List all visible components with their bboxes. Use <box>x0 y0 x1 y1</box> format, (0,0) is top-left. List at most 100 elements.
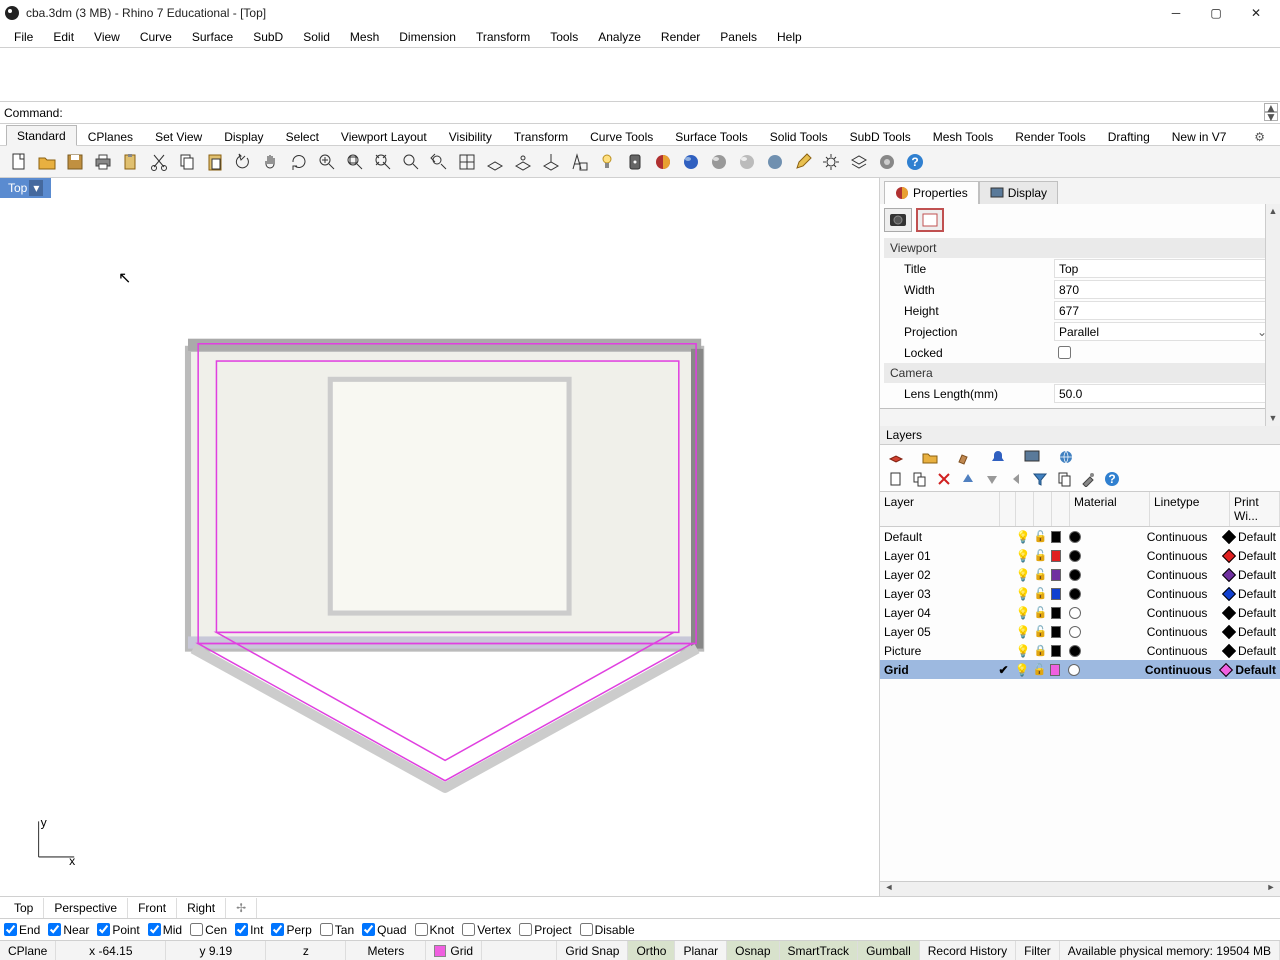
properties-icon[interactable] <box>874 149 900 175</box>
col-material[interactable]: Material <box>1070 492 1150 526</box>
layer-row[interactable]: Layer 02💡🔓ContinuousDefault <box>880 565 1280 584</box>
tab-properties[interactable]: Properties <box>884 181 979 204</box>
viewtab-add-icon[interactable]: ✢ <box>226 898 257 918</box>
xray-icon[interactable] <box>762 149 788 175</box>
layer-notify-icon[interactable] <box>990 449 1006 465</box>
layer-row[interactable]: Layer 04💡🔓ContinuousDefault <box>880 603 1280 622</box>
spotlight-icon[interactable] <box>594 149 620 175</box>
osnap-tan-checkbox[interactable] <box>320 923 333 936</box>
layer-linetype[interactable]: Continuous <box>1143 641 1220 660</box>
layer-material[interactable] <box>1065 546 1142 565</box>
tooltab-setview[interactable]: Set View <box>144 126 213 146</box>
tooltab-curvetools[interactable]: Curve Tools <box>579 126 664 146</box>
status-toggle-gridsnap[interactable]: Grid Snap <box>557 941 628 960</box>
prop-locked-checkbox[interactable] <box>1058 346 1071 359</box>
menu-analyze[interactable]: Analyze <box>588 28 651 46</box>
layer-filter-icon[interactable] <box>1032 471 1048 487</box>
tooltab-select[interactable]: Select <box>275 126 330 146</box>
layer-visible-icon[interactable]: 💡 <box>1010 660 1028 679</box>
layer-material[interactable] <box>1065 622 1142 641</box>
tooltab-surfacetools[interactable]: Surface Tools <box>664 126 759 146</box>
layer-movedown-icon[interactable] <box>984 471 1000 487</box>
layers-icon[interactable] <box>846 149 872 175</box>
viewtab-perspective[interactable]: Perspective <box>44 898 128 918</box>
menu-curve[interactable]: Curve <box>130 28 182 46</box>
osnap-perp-checkbox[interactable] <box>271 923 284 936</box>
render-icon[interactable] <box>650 149 676 175</box>
tooltab-standard[interactable]: Standard <box>6 125 77 146</box>
osnap-disable-checkbox[interactable] <box>580 923 593 936</box>
menu-render[interactable]: Render <box>651 28 710 46</box>
status-toggle-recordhistory[interactable]: Record History <box>920 941 1016 960</box>
layer-color-swatch[interactable] <box>1047 622 1065 641</box>
layer-material[interactable] <box>1064 660 1140 679</box>
prop-lens-value[interactable]: 50.0 <box>1054 384 1272 403</box>
help-icon[interactable]: ? <box>902 149 928 175</box>
set-cplane-icon[interactable] <box>482 149 508 175</box>
prop-projection-select[interactable]: Parallel⌄ <box>1054 322 1272 341</box>
viewtab-top[interactable]: Top <box>4 898 44 918</box>
menu-subd[interactable]: SubD <box>243 28 293 46</box>
layer-visible-icon[interactable]: 💡 <box>1011 546 1029 565</box>
layer-color-swatch[interactable] <box>1047 603 1065 622</box>
status-cplane[interactable]: CPlane <box>0 941 56 960</box>
layer-printwidth[interactable]: Default <box>1220 546 1280 565</box>
col-linetype[interactable]: Linetype <box>1150 492 1230 526</box>
viewport-title-tab[interactable]: Top ▾ <box>0 178 51 198</box>
layer-current-icon[interactable] <box>996 622 1012 641</box>
tooltab-subdtools[interactable]: SubD Tools <box>839 126 922 146</box>
tooltab-display[interactable]: Display <box>213 126 274 146</box>
layer-printwidth[interactable]: Default <box>1220 622 1280 641</box>
layer-row[interactable]: Layer 05💡🔓ContinuousDefault <box>880 622 1280 641</box>
menu-tools[interactable]: Tools <box>540 28 588 46</box>
layer-open-icon[interactable] <box>922 449 938 465</box>
osnap-mid[interactable]: Mid <box>148 923 182 937</box>
prop-height-value[interactable]: 677 <box>1054 301 1272 320</box>
status-toggle-smarttrack[interactable]: SmartTrack <box>780 941 859 960</box>
zoom-selected-icon[interactable] <box>398 149 424 175</box>
osnap-end[interactable]: End <box>4 923 40 937</box>
tooltab-meshtools[interactable]: Mesh Tools <box>922 126 1004 146</box>
osnap-vertex[interactable]: Vertex <box>462 923 511 937</box>
tooltab-rendertools[interactable]: Render Tools <box>1004 126 1097 146</box>
layer-color-swatch[interactable] <box>1046 660 1064 679</box>
layer-prev-icon[interactable] <box>1008 471 1024 487</box>
rightpanel-hscroll[interactable]: ◄► <box>880 881 1280 896</box>
maximize-button[interactable]: ▢ <box>1196 1 1236 25</box>
layer-current-icon[interactable] <box>996 584 1012 603</box>
layer-copy-icon[interactable] <box>1056 471 1072 487</box>
layer-row[interactable]: Picture💡🔒ContinuousDefault <box>880 641 1280 660</box>
layer-color-swatch[interactable] <box>1047 527 1065 546</box>
layer-material[interactable] <box>1065 527 1142 546</box>
tooltab-viewportlayout[interactable]: Viewport Layout <box>330 126 438 146</box>
layer-current-icon[interactable] <box>996 641 1012 660</box>
layer-current-icon[interactable] <box>996 565 1012 584</box>
layer-visible-icon[interactable]: 💡 <box>1011 622 1029 641</box>
layer-row[interactable]: Layer 01💡🔓ContinuousDefault <box>880 546 1280 565</box>
menu-dimension[interactable]: Dimension <box>389 28 466 46</box>
viewport-top[interactable]: y x ↖ <box>0 198 879 896</box>
tooltab-visibility[interactable]: Visibility <box>438 126 503 146</box>
prop-width-value[interactable]: 870 <box>1054 280 1272 299</box>
layer-linetype[interactable]: Continuous <box>1143 584 1220 603</box>
osnap-knot-checkbox[interactable] <box>415 923 428 936</box>
layer-linetype[interactable]: Continuous <box>1143 565 1220 584</box>
print-icon[interactable] <box>90 149 116 175</box>
osnap-cen-checkbox[interactable] <box>190 923 203 936</box>
layer-material[interactable] <box>1065 584 1142 603</box>
layer-lock-icon[interactable]: 🔓 <box>1029 527 1047 546</box>
tooltab-newv7[interactable]: New in V7 <box>1161 126 1238 146</box>
layer-printwidth[interactable]: Default <box>1217 660 1280 679</box>
minimize-button[interactable]: ─ <box>1156 1 1196 25</box>
tooltab-solidtools[interactable]: Solid Tools <box>759 126 839 146</box>
toolbar-options-icon[interactable]: ⚙ <box>1243 126 1276 146</box>
col-layer[interactable]: Layer <box>880 492 1000 526</box>
paste-clipboard-icon[interactable] <box>118 149 144 175</box>
hide-icon[interactable] <box>622 149 648 175</box>
copy-icon[interactable] <box>174 149 200 175</box>
osnap-vertex-checkbox[interactable] <box>462 923 475 936</box>
show-gumball-icon[interactable] <box>566 149 592 175</box>
rendered-icon[interactable] <box>706 149 732 175</box>
menu-file[interactable]: File <box>4 28 43 46</box>
zoom-window-icon[interactable] <box>342 149 368 175</box>
